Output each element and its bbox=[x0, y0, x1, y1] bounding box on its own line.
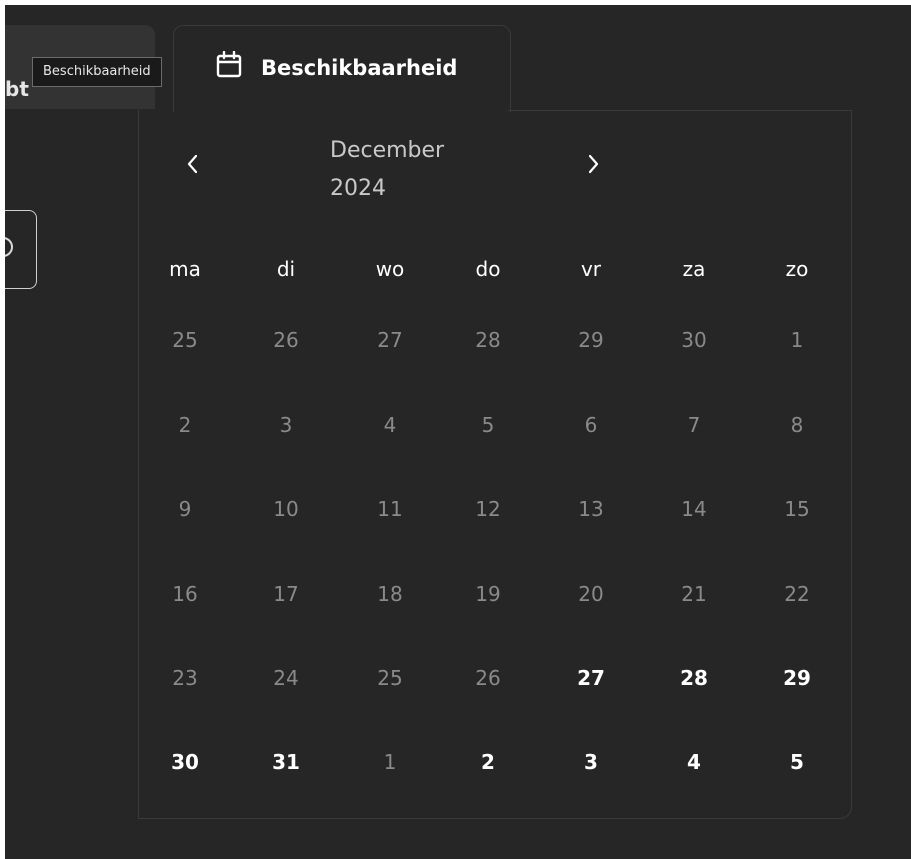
weekday-header: do bbox=[475, 257, 501, 281]
calendar-day: 1 bbox=[383, 750, 397, 774]
calendar-day: 17 bbox=[273, 582, 299, 606]
calendar-day: 16 bbox=[172, 582, 198, 606]
calendar-day: 12 bbox=[475, 497, 501, 521]
calendar-panel bbox=[138, 110, 852, 819]
calendar-day: 26 bbox=[475, 666, 501, 690]
calendar-day: 27 bbox=[377, 328, 403, 352]
calendar-day: 28 bbox=[475, 328, 501, 352]
calendar-day: 25 bbox=[172, 328, 198, 352]
tab-inactive-label: bt bbox=[5, 77, 29, 101]
prev-month-button[interactable] bbox=[177, 149, 207, 179]
weekday-header: za bbox=[682, 257, 706, 281]
calendar-day: 26 bbox=[273, 328, 299, 352]
calendar-day: 8 bbox=[790, 413, 804, 437]
calendar-day[interactable]: 2 bbox=[448, 747, 528, 777]
next-month-button[interactable] bbox=[579, 149, 609, 179]
calendar-day: 6 bbox=[584, 413, 598, 437]
calendar-day: 22 bbox=[784, 582, 810, 606]
calendar-day[interactable]: 4 bbox=[654, 747, 734, 777]
weekday-header: di bbox=[276, 257, 296, 281]
calendar-day: 7 bbox=[687, 413, 701, 437]
chevron-right-icon bbox=[588, 154, 599, 174]
month-label: December bbox=[330, 138, 445, 163]
calendar-day: 9 bbox=[178, 497, 192, 521]
calendar-day: 4 bbox=[383, 413, 397, 437]
calendar-day: 23 bbox=[172, 666, 198, 690]
calendar-day: 15 bbox=[784, 497, 810, 521]
calendar-day[interactable]: 3 bbox=[551, 747, 631, 777]
tooltip: Beschikbaarheid bbox=[32, 57, 162, 87]
calendar-day: 21 bbox=[681, 582, 707, 606]
calendar-day[interactable]: 29 bbox=[757, 663, 837, 693]
weekday-header: ma bbox=[169, 257, 201, 281]
calendar-day: 13 bbox=[578, 497, 604, 521]
calendar-day: 5 bbox=[481, 413, 495, 437]
weekday-header: zo bbox=[785, 257, 809, 281]
weekday-header: vr bbox=[580, 257, 602, 281]
calendar-day[interactable]: 31 bbox=[246, 747, 326, 777]
calendar-day: 18 bbox=[377, 582, 403, 606]
calendar-day: 2 bbox=[178, 413, 192, 437]
calendar-day: 25 bbox=[377, 666, 403, 690]
chevron-left-icon bbox=[187, 154, 198, 174]
calendar-day[interactable]: 5 bbox=[757, 747, 837, 777]
calendar-day[interactable]: 30 bbox=[145, 747, 225, 777]
app-window: bt Beschikbaarheid Beschikbaarheid Decem… bbox=[5, 5, 911, 859]
calendar-day: 20 bbox=[578, 582, 604, 606]
calendar-day: 11 bbox=[377, 497, 403, 521]
year-label: 2024 bbox=[330, 176, 386, 201]
month-year-title: December 2024 bbox=[330, 132, 480, 208]
calendar-day: 29 bbox=[578, 328, 604, 352]
calendar-day: 19 bbox=[475, 582, 501, 606]
calendar-day: 14 bbox=[681, 497, 707, 521]
calendar-icon bbox=[216, 50, 242, 83]
calendar-day: 24 bbox=[273, 666, 299, 690]
calendar-day: 1 bbox=[790, 328, 804, 352]
calendar-day: 30 bbox=[681, 328, 707, 352]
tab-beschikbaarheid[interactable]: Beschikbaarheid bbox=[173, 25, 511, 112]
calendar-day: 3 bbox=[279, 413, 293, 437]
tab-label: Beschikbaarheid bbox=[261, 56, 458, 80]
weekday-header: wo bbox=[375, 257, 405, 281]
calendar-day[interactable]: 28 bbox=[654, 663, 734, 693]
calendar-day[interactable]: 27 bbox=[551, 663, 631, 693]
calendar-day: 10 bbox=[273, 497, 299, 521]
